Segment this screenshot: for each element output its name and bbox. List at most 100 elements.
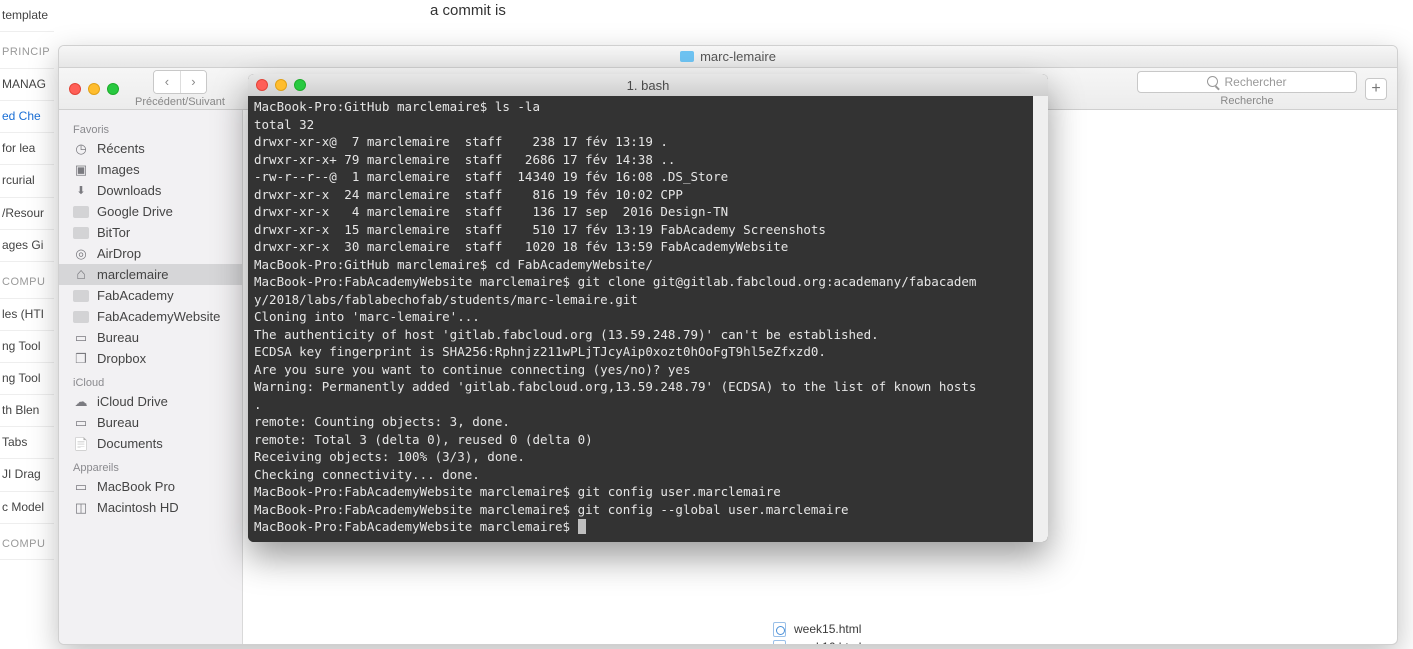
add-button[interactable]: + [1365,78,1387,100]
sidebar-heading: iCloud [59,369,242,391]
nav-group: ‹ › Précédent/Suivant [135,70,225,108]
sidebar-heading: Favoris [59,116,242,138]
sidebar-item-label: FabAcademyWebsite [97,309,220,324]
camera-icon [73,163,89,177]
folder-icon [73,290,89,302]
finder-title: marc-lemaire [700,49,776,64]
file-name: week16.html [794,640,861,644]
finder-titlebar[interactable]: marc-lemaire [59,46,1397,68]
search-placeholder: Rechercher [1224,75,1286,89]
download-icon [73,184,89,198]
finder-sidebar[interactable]: Favoris Récents Images Downloads Google Driv… [59,110,243,644]
sidebar-item[interactable]: AirDrop [59,243,242,264]
bg-left-item[interactable]: PRINCIP [0,32,54,69]
bg-left-item[interactable]: ng Tool [0,331,54,363]
clock-icon [73,142,89,156]
html-file-icon [773,640,786,645]
laptop-icon [73,480,89,494]
bg-left-item[interactable]: ng Tool [0,363,54,395]
html-file-icon [773,622,786,637]
bg-top-text: a commit is [430,0,1153,23]
terminal-titlebar[interactable]: 1. bash [248,74,1048,96]
sidebar-item[interactable]: Documents [59,433,242,454]
zoom-icon[interactable] [107,83,119,95]
bg-left-column: templatePRINCIPMANAGed Chefor learcurial… [0,0,54,649]
nav-label: Précédent/Suivant [135,96,225,108]
back-button[interactable]: ‹ [154,71,180,93]
sidebar-item[interactable]: Downloads [59,180,242,201]
terminal-window: 1. bash MacBook-Pro:GitHub marclemaire$ … [248,74,1048,542]
bg-left-item[interactable]: Tabs [0,427,54,459]
sidebar-item-label: Dropbox [97,351,146,366]
terminal-title: 1. bash [248,78,1048,93]
terminal-scrollbar[interactable] [1033,96,1048,542]
sidebar-item-label: Récents [97,141,145,156]
sidebar-item-label: Documents [97,436,163,451]
folder-icon [73,206,89,218]
sidebar-item-label: AirDrop [97,246,141,261]
sidebar-item-label: Macintosh HD [97,500,179,515]
dropbox-icon [73,352,89,366]
folder-icon [73,227,89,239]
close-icon[interactable] [69,83,81,95]
search-label: Recherche [1220,95,1273,107]
terminal-cursor [578,519,586,534]
bg-left-item[interactable]: JI Drag [0,459,54,491]
search-icon [1207,76,1218,87]
bg-left-item[interactable]: les (HTI [0,299,54,331]
sidebar-item[interactable]: Récents [59,138,242,159]
bg-left-item[interactable]: COMPU [0,524,54,561]
home-icon [73,268,89,282]
file-name: week15.html [794,622,861,636]
airdrop-icon [73,247,89,261]
sidebar-item-label: marclemaire [97,267,169,282]
bg-left-item[interactable]: MANAG [0,69,54,101]
sidebar-item-label: MacBook Pro [97,479,175,494]
cloud-icon [73,395,89,409]
window-controls [69,83,119,95]
bg-left-item[interactable]: th Blen [0,395,54,427]
forward-button[interactable]: › [180,71,206,93]
sidebar-item[interactable]: Images [59,159,242,180]
folder-icon [73,311,89,323]
sidebar-item[interactable]: Google Drive [59,201,242,222]
desktop-icon [73,416,89,430]
sidebar-item[interactable]: Bureau [59,327,242,348]
bg-left-item[interactable]: ages Gi [0,230,54,262]
disk-icon [73,501,89,515]
folder-icon [680,51,694,62]
sidebar-item[interactable]: MacBook Pro [59,476,242,497]
sidebar-item-label: Downloads [97,183,161,198]
bg-left-item[interactable]: COMPU [0,262,54,299]
sidebar-item[interactable]: Macintosh HD [59,497,242,518]
search-input[interactable]: Rechercher [1137,71,1357,93]
file-row[interactable]: week16.html [773,638,861,644]
minimize-icon[interactable] [275,79,287,91]
terminal-output[interactable]: MacBook-Pro:GitHub marclemaire$ ls -la t… [248,96,1048,542]
sidebar-item-label: Images [97,162,140,177]
bg-left-item[interactable]: for lea [0,133,54,165]
sidebar-item[interactable]: Bureau [59,412,242,433]
sidebar-heading: Appareils [59,454,242,476]
file-row[interactable]: week15.html [773,620,861,638]
sidebar-item-label: Google Drive [97,204,173,219]
bg-left-item[interactable]: c Model [0,492,54,524]
bg-left-item[interactable]: template [0,0,54,32]
sidebar-item-label: FabAcademy [97,288,174,303]
bg-left-item[interactable]: /Resour [0,198,54,230]
sidebar-item-label: Bureau [97,330,139,345]
minimize-icon[interactable] [88,83,100,95]
bg-left-item[interactable]: rcurial [0,165,54,197]
sidebar-item-label: Bureau [97,415,139,430]
sidebar-item-label: BitTor [97,225,130,240]
sidebar-item[interactable]: FabAcademyWebsite [59,306,242,327]
sidebar-item[interactable]: Dropbox [59,348,242,369]
sidebar-item[interactable]: iCloud Drive [59,391,242,412]
sidebar-item[interactable]: marclemaire [59,264,242,285]
bg-left-item[interactable]: ed Che [0,101,54,133]
zoom-icon[interactable] [294,79,306,91]
sidebar-item[interactable]: FabAcademy [59,285,242,306]
sidebar-item[interactable]: BitTor [59,222,242,243]
close-icon[interactable] [256,79,268,91]
terminal-window-controls [256,79,306,91]
